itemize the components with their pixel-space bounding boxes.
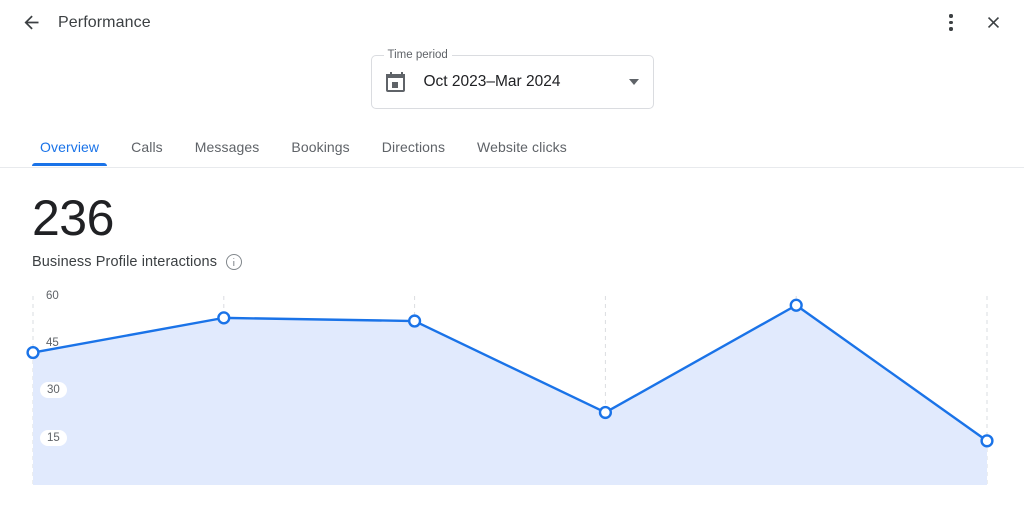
close-button[interactable] (976, 6, 1010, 40)
arrow-left-icon (24, 15, 38, 30)
calendar-icon (385, 71, 407, 93)
metric-label-row: Business Profile interactions (32, 254, 1024, 270)
more-options-button[interactable] (934, 6, 968, 40)
close-icon (987, 16, 999, 29)
chart-area-fill (33, 305, 987, 485)
chevron-down-icon[interactable] (628, 79, 639, 85)
info-icon[interactable] (226, 254, 243, 270)
time-period-section: Time period Oct 2023–Mar 2024 (0, 49, 1024, 109)
time-period-legend: Time period (383, 49, 452, 62)
y-axis-tick-label: 15 (40, 429, 67, 446)
chart-data-point[interactable] (217, 311, 231, 325)
chart-canvas (26, 296, 994, 485)
chart-data-point[interactable] (598, 405, 613, 420)
chart-data-point[interactable] (408, 314, 422, 328)
y-axis-tick-label: 60 (46, 289, 59, 302)
tab-bookings[interactable]: Bookings (275, 129, 365, 166)
tab-calls[interactable]: Calls (115, 129, 179, 166)
tab-overview[interactable]: Overview (24, 129, 115, 166)
kebab-menu-icon (949, 14, 953, 31)
chart-data-point[interactable] (980, 434, 994, 448)
tab-messages[interactable]: Messages (179, 129, 276, 166)
time-period-select[interactable]: Time period Oct 2023–Mar 2024 (370, 49, 654, 109)
performance-chart: 15 30 45 60 (0, 286, 1024, 526)
page-title: Performance (58, 13, 151, 31)
tab-directions[interactable]: Directions (366, 129, 461, 166)
y-axis-tick-label: 45 (46, 337, 59, 350)
metric-label: Business Profile interactions (32, 254, 218, 270)
metric-summary: 236 Business Profile interactions (0, 168, 1024, 270)
tab-list: Overview Calls Messages Bookings Directions W… (24, 129, 1000, 167)
chart-data-point[interactable] (26, 345, 40, 360)
y-axis-tick-label: 30 (40, 382, 67, 399)
chart-data-point[interactable] (789, 298, 803, 312)
x-axis-labels: Oct 2023Nov 2023Dec 2023Jan 2024Feb 2024… (0, 526, 1024, 530)
metric-value: 236 (32, 190, 114, 246)
time-period-value: Oct 2023–Mar 2024 (423, 73, 561, 90)
tab-website-clicks[interactable]: Website clicks (461, 129, 583, 166)
tab-bar: Overview Calls Messages Bookings Directions W… (0, 129, 1024, 168)
back-button[interactable] (14, 6, 48, 40)
app-header: Performance (0, 0, 1024, 45)
